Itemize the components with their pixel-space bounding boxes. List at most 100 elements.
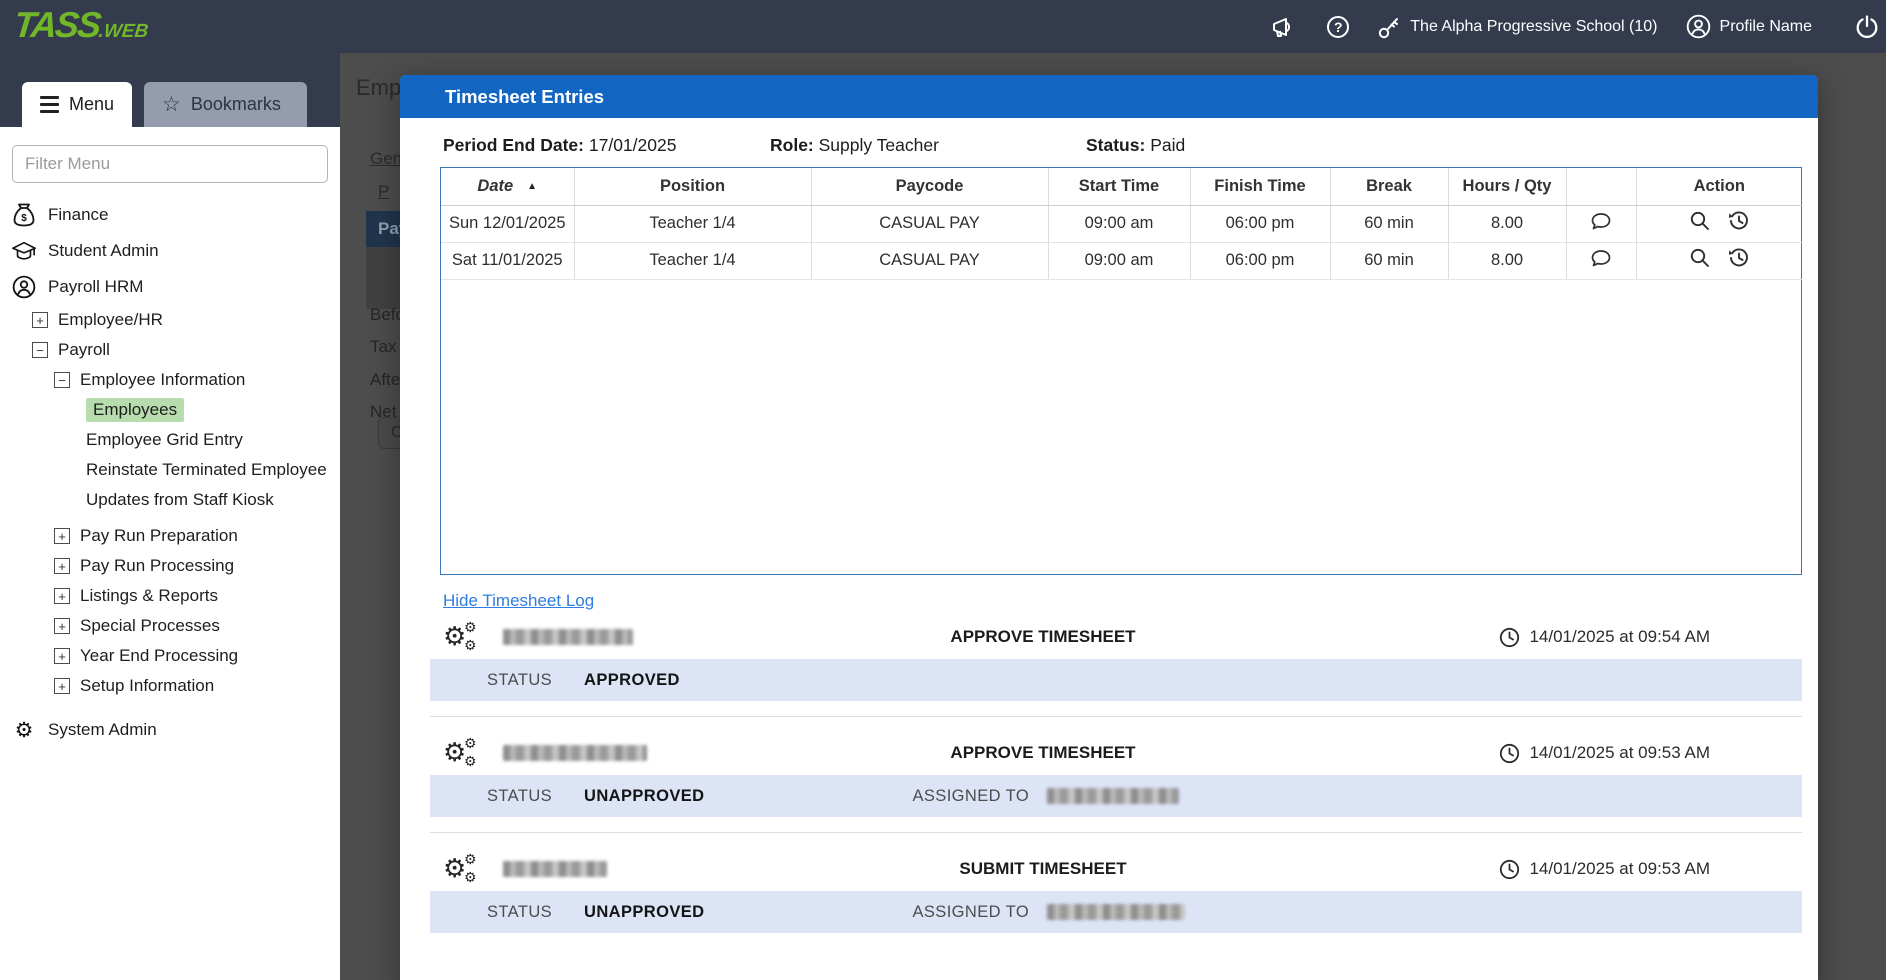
log-status-value: UNAPPROVED bbox=[584, 903, 704, 922]
sidebar-item-year-end-processing[interactable]: + Year End Processing bbox=[0, 641, 340, 671]
log-status-label: STATUS bbox=[487, 903, 552, 922]
period-end-date-label: Period End Date: bbox=[443, 135, 584, 155]
log-status-bar: STATUS UNAPPROVED ASSIGNED TO bbox=[430, 891, 1802, 933]
log-status-label: STATUS bbox=[487, 671, 552, 690]
assigned-to-name-redacted bbox=[1047, 904, 1185, 920]
sidebar-item-system-admin[interactable]: ⚙ System Admin bbox=[0, 712, 340, 748]
collapse-minus-icon[interactable]: − bbox=[32, 342, 48, 358]
status-value: Paid bbox=[1150, 135, 1185, 155]
clock-icon bbox=[1499, 859, 1520, 880]
cell-start-time: 09:00 am bbox=[1048, 205, 1190, 242]
workflow-gears-icon: ⚙⚙⚙ bbox=[443, 852, 479, 886]
sidebar-item-employees[interactable]: Employees bbox=[0, 395, 340, 425]
sidebar-item-student-admin[interactable]: Student Admin bbox=[0, 233, 340, 269]
view-details-icon[interactable] bbox=[1689, 247, 1711, 269]
sidebar-item-updates-from-staff-kiosk[interactable]: Updates from Staff Kiosk bbox=[0, 485, 340, 515]
expand-plus-icon[interactable]: + bbox=[54, 528, 70, 544]
column-header-finish-time[interactable]: Finish Time bbox=[1190, 168, 1330, 205]
filter-menu-input[interactable] bbox=[12, 145, 328, 183]
top-bar: TASS.WEB ? The Alpha Progressive School … bbox=[0, 0, 1886, 53]
column-header-hours-qty[interactable]: Hours / Qty bbox=[1448, 168, 1566, 205]
clock-icon bbox=[1499, 743, 1520, 764]
tass-logo[interactable]: TASS.WEB bbox=[12, 4, 151, 46]
column-header-paycode[interactable]: Paycode bbox=[811, 168, 1048, 205]
cell-finish-time: 06:00 pm bbox=[1190, 205, 1330, 242]
hamburger-icon bbox=[40, 96, 59, 113]
cell-position: Teacher 1/4 bbox=[574, 205, 811, 242]
expand-plus-icon[interactable]: + bbox=[54, 558, 70, 574]
sort-ascending-icon: ▲ bbox=[527, 181, 537, 192]
history-icon[interactable] bbox=[1727, 247, 1750, 269]
column-header-break[interactable]: Break bbox=[1330, 168, 1448, 205]
log-timestamp: 14/01/2025 at 09:54 AM bbox=[1529, 627, 1710, 647]
tab-bookmarks[interactable]: ☆ Bookmarks bbox=[144, 82, 307, 127]
sidebar-item-employee-grid-entry[interactable]: Employee Grid Entry bbox=[0, 425, 340, 455]
sidebar: $ Finance Student Admin Payroll HRM + Em… bbox=[0, 127, 340, 980]
sidebar-item-employee-hr[interactable]: + Employee/HR bbox=[0, 305, 340, 335]
collapse-minus-icon[interactable]: − bbox=[54, 372, 70, 388]
column-header-position[interactable]: Position bbox=[574, 168, 811, 205]
comment-icon[interactable] bbox=[1590, 248, 1612, 269]
sidebar-item-listings-reports[interactable]: + Listings & Reports bbox=[0, 581, 340, 611]
sidebar-item-label: Reinstate Terminated Employee bbox=[86, 460, 327, 480]
log-user-name-redacted bbox=[503, 861, 607, 877]
expand-plus-icon[interactable]: + bbox=[54, 618, 70, 634]
sidebar-item-pay-run-preparation[interactable]: + Pay Run Preparation bbox=[0, 521, 340, 551]
tab-menu[interactable]: Menu bbox=[22, 82, 132, 127]
timesheet-log: ⚙⚙⚙ APPROVE TIMESHEET 14/01/2025 at 09:5… bbox=[430, 615, 1802, 933]
person-circle-icon bbox=[12, 275, 36, 299]
period-end-date-value: 17/01/2025 bbox=[589, 135, 677, 155]
sidebar-item-reinstate-terminated-employee[interactable]: Reinstate Terminated Employee bbox=[0, 455, 340, 485]
announcements-button[interactable] bbox=[1271, 15, 1299, 39]
sidebar-item-label: Employee/HR bbox=[58, 310, 163, 330]
app-window: TASS.WEB ? The Alpha Progressive School … bbox=[0, 0, 1886, 980]
cell-position: Teacher 1/4 bbox=[574, 242, 811, 279]
log-status-bar: STATUS UNAPPROVED ASSIGNED TO bbox=[430, 775, 1802, 817]
sidebar-item-employee-information[interactable]: − Employee Information bbox=[0, 365, 340, 395]
cell-start-time: 09:00 am bbox=[1048, 242, 1190, 279]
view-details-icon[interactable] bbox=[1689, 210, 1711, 232]
sidebar-item-label: Finance bbox=[48, 205, 108, 225]
profile-menu[interactable]: Profile Name bbox=[1686, 14, 1812, 39]
sidebar-item-special-processes[interactable]: + Special Processes bbox=[0, 611, 340, 641]
tab-menu-label: Menu bbox=[69, 94, 114, 115]
cell-hours-qty: 8.00 bbox=[1448, 242, 1566, 279]
assigned-to-name-redacted bbox=[1047, 788, 1179, 804]
expand-plus-icon[interactable]: + bbox=[54, 648, 70, 664]
divider bbox=[430, 716, 1802, 717]
svg-text:$: $ bbox=[21, 213, 27, 224]
history-icon[interactable] bbox=[1727, 210, 1750, 232]
table-row[interactable]: Sun 12/01/2025 Teacher 1/4 CASUAL PAY 09… bbox=[441, 205, 1802, 242]
help-button[interactable]: ? bbox=[1327, 16, 1349, 38]
hide-timesheet-log-link[interactable]: Hide Timesheet Log bbox=[443, 591, 594, 611]
log-entry: ⚙⚙⚙ SUBMIT TIMESHEET 14/01/2025 at 09:53… bbox=[430, 847, 1802, 891]
power-icon bbox=[1854, 14, 1880, 40]
expand-plus-icon[interactable]: + bbox=[32, 312, 48, 328]
status-label: Status: bbox=[1086, 135, 1145, 155]
comment-icon[interactable] bbox=[1590, 211, 1612, 232]
modal-header[interactable]: Timesheet Entries bbox=[400, 75, 1818, 118]
expand-plus-icon[interactable]: + bbox=[54, 678, 70, 694]
money-bag-icon: $ bbox=[12, 203, 36, 227]
expand-plus-icon[interactable]: + bbox=[54, 588, 70, 604]
log-status-value: APPROVED bbox=[584, 671, 680, 690]
sidebar-item-payroll-hrm[interactable]: Payroll HRM bbox=[0, 269, 340, 305]
column-header-start-time[interactable]: Start Time bbox=[1048, 168, 1190, 205]
cell-paycode: CASUAL PAY bbox=[811, 205, 1048, 242]
sidebar-item-setup-information[interactable]: + Setup Information bbox=[0, 671, 340, 701]
role-label: Role: bbox=[770, 135, 814, 155]
log-user-name-redacted bbox=[503, 745, 647, 761]
log-entry: ⚙⚙⚙ APPROVE TIMESHEET 14/01/2025 at 09:5… bbox=[430, 731, 1802, 775]
sidebar-item-payroll[interactable]: − Payroll bbox=[0, 335, 340, 365]
logo-text-web: .WEB bbox=[98, 21, 150, 42]
sidebar-item-label: Student Admin bbox=[48, 241, 159, 261]
assigned-to-label: ASSIGNED TO bbox=[912, 903, 1029, 922]
table-header-row: Date▲ Position Paycode Start Time Finish… bbox=[441, 168, 1802, 205]
logout-button[interactable] bbox=[1854, 14, 1880, 40]
sidebar-item-pay-run-processing[interactable]: + Pay Run Processing bbox=[0, 551, 340, 581]
table-row[interactable]: Sat 11/01/2025 Teacher 1/4 CASUAL PAY 09… bbox=[441, 242, 1802, 279]
school-switcher[interactable]: The Alpha Progressive School (10) bbox=[1377, 14, 1657, 40]
assigned-to-label: ASSIGNED TO bbox=[912, 787, 1029, 806]
sidebar-item-finance[interactable]: $ Finance bbox=[0, 197, 340, 233]
column-header-date[interactable]: Date▲ bbox=[441, 168, 574, 205]
